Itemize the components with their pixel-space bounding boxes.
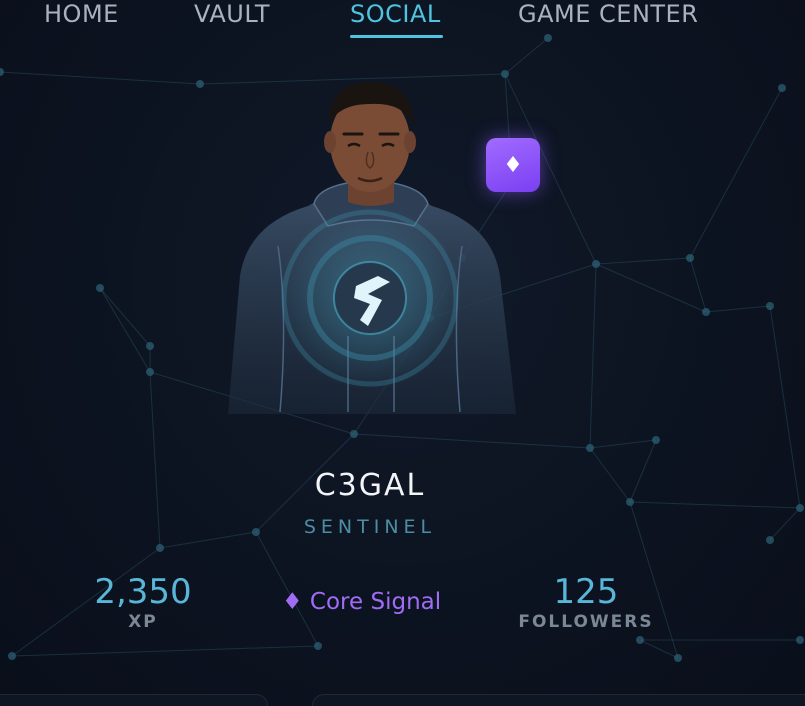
network-node xyxy=(96,284,104,292)
network-node xyxy=(196,80,204,88)
network-edge xyxy=(705,305,771,313)
network-edge xyxy=(11,645,319,657)
bottom-card-right[interactable] xyxy=(312,694,805,706)
network-node xyxy=(146,368,154,376)
network-edge xyxy=(99,287,151,373)
active-tab-indicator xyxy=(350,35,443,38)
network-node xyxy=(592,260,600,268)
bottom-card-left[interactable] xyxy=(0,694,268,706)
username: C3GAL xyxy=(314,468,426,503)
network-node xyxy=(636,636,644,644)
network-node xyxy=(796,636,804,644)
rank-title: SENTINEL xyxy=(303,516,437,538)
xp-stat: 2,350 XP xyxy=(86,572,200,632)
network-edge xyxy=(595,263,707,313)
network-edge xyxy=(689,87,783,259)
network-edge xyxy=(769,305,801,509)
network-node xyxy=(702,308,710,316)
network-edge xyxy=(595,257,691,265)
network-node xyxy=(350,430,358,438)
network-node xyxy=(8,652,16,660)
network-edge xyxy=(589,439,657,449)
network-edge xyxy=(353,433,591,449)
network-node xyxy=(314,642,322,650)
followers-value: 125 xyxy=(553,572,619,612)
network-node xyxy=(778,84,786,92)
network-node xyxy=(766,302,774,310)
network-edge xyxy=(99,287,151,347)
diamond-icon: ♦ xyxy=(503,152,523,178)
network-node xyxy=(156,544,164,552)
network-node xyxy=(586,444,594,452)
network-node xyxy=(674,654,682,662)
xp-label: XP xyxy=(128,612,158,632)
network-node xyxy=(686,254,694,262)
nav-social[interactable]: SOCIAL xyxy=(350,0,441,28)
network-node xyxy=(796,504,804,512)
xp-value: 2,350 xyxy=(94,572,192,612)
nav-home[interactable]: HOME xyxy=(44,0,119,28)
network-edge xyxy=(689,257,707,313)
followers-stat[interactable]: 125 FOLLOWERS xyxy=(518,572,654,632)
network-node xyxy=(146,342,154,350)
network-edge xyxy=(0,71,201,85)
nav-game-center[interactable]: GAME CENTER xyxy=(518,0,698,28)
network-edge xyxy=(769,507,801,541)
followers-label: FOLLOWERS xyxy=(518,612,654,632)
network-edge xyxy=(504,37,549,75)
network-node xyxy=(652,436,660,444)
network-node xyxy=(766,536,774,544)
network-edge xyxy=(589,263,597,449)
network-edge xyxy=(639,639,679,659)
avatar[interactable] xyxy=(218,76,522,416)
top-navigation: HOME VAULT SOCIAL GAME CENTER xyxy=(0,0,805,40)
core-signal[interactable]: ♦ Core Signal xyxy=(282,589,441,615)
diamond-badge[interactable]: ♦ xyxy=(486,138,540,192)
network-node xyxy=(0,68,4,76)
nav-vault[interactable]: VAULT xyxy=(194,0,270,28)
